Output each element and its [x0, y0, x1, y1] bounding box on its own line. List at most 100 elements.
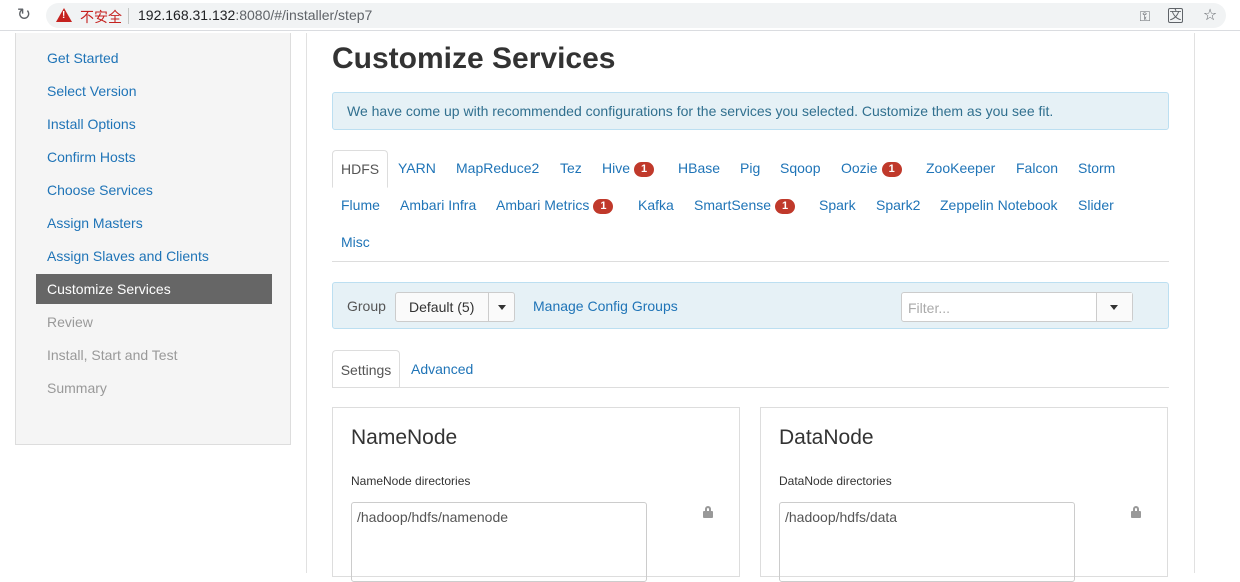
tab-slider[interactable]: Slider: [1078, 187, 1114, 224]
tab-hbase[interactable]: HBase: [678, 150, 720, 187]
tab-settings[interactable]: Settings: [332, 350, 400, 388]
sidebar-item-customize-services[interactable]: Customize Services: [36, 274, 272, 304]
info-alert: We have come up with recommended configu…: [332, 92, 1169, 130]
tab-hive[interactable]: Hive 1: [602, 150, 655, 187]
tab-kafka[interactable]: Kafka: [638, 187, 674, 224]
tab-storm[interactable]: Storm: [1078, 150, 1115, 187]
lock-icon: [703, 506, 713, 518]
tab-label: Storm: [1078, 160, 1116, 176]
sidebar-item-assign-slaves-and-clients[interactable]: Assign Slaves and Clients: [36, 241, 272, 271]
tab-label: Ambari Metrics: [496, 197, 590, 213]
tab-label: Falcon: [1016, 160, 1059, 176]
sidebar-item-install-start-and-test: Install, Start and Test: [47, 347, 178, 363]
tab-pig[interactable]: Pig: [740, 150, 760, 187]
reload-icon[interactable]: ↻: [14, 5, 34, 25]
sidebar-item-install-options[interactable]: Install Options: [36, 109, 272, 139]
tab-yarn[interactable]: YARN: [398, 150, 436, 187]
service-tabs-row-1: HDFS YARN MapReduce2 Tez Hive 1 HBase Pig Sqoop O…: [332, 150, 1169, 188]
sidebar-item-summary: Summary: [47, 380, 107, 396]
tab-falcon[interactable]: Falcon: [1016, 150, 1058, 187]
tab-smartsense[interactable]: SmartSense 1: [694, 187, 796, 224]
star-icon[interactable]: ☆: [1201, 7, 1219, 25]
sidebar-item-review: Review: [47, 314, 93, 330]
group-select[interactable]: Default (5): [395, 292, 515, 322]
tab-label: MapReduce2: [456, 160, 540, 176]
tab-label: Hive: [602, 160, 631, 176]
tab-label: Pig: [740, 160, 761, 176]
tab-label: Oozie: [841, 160, 878, 176]
tab-label: Ambari Infra: [400, 197, 477, 213]
wizard-sidebar: Get Started Select Version Install Options…: [15, 33, 291, 445]
datanode-title: DataNode: [779, 426, 874, 449]
service-tabs-row-3: Misc: [332, 224, 1169, 261]
namenode-panel: NameNode NameNode directories /hadoop/hd…: [332, 407, 740, 582]
url-text[interactable]: 192.168.31.132:8080/#/installer/step7: [138, 7, 372, 23]
key-icon[interactable]: ⚿: [1136, 7, 1154, 25]
tab-tez[interactable]: Tez: [560, 150, 582, 187]
datanode-dirs-label: DataNode directories: [779, 474, 892, 488]
tab-label: Slider: [1078, 197, 1114, 213]
sidebar-item-get-started[interactable]: Get Started: [36, 43, 272, 73]
tab-label: ZooKeeper: [926, 160, 996, 176]
alert-count-badge: 1: [634, 162, 655, 177]
filter-input[interactable]: Filter...: [901, 292, 1133, 322]
tab-spark[interactable]: Spark: [819, 187, 856, 224]
filter-placeholder: Filter...: [908, 300, 951, 316]
tab-advanced[interactable]: Advanced: [411, 350, 473, 388]
tab-ambari-metrics[interactable]: Ambari Metrics 1: [496, 187, 614, 224]
select-divider: [488, 293, 489, 321]
tab-label: Sqoop: [780, 160, 821, 176]
sub-tabs-divider: [332, 387, 1169, 388]
tab-label: Spark: [819, 197, 856, 213]
group-select-value: Default (5): [409, 299, 475, 315]
tab-label: Spark2: [876, 197, 921, 213]
tab-label: Misc: [341, 234, 370, 250]
tab-label: HBase: [678, 160, 721, 176]
sidebar-item-assign-masters[interactable]: Assign Masters: [36, 208, 272, 238]
alert-count-badge: 1: [593, 199, 614, 214]
security-label[interactable]: 不安全: [80, 7, 122, 27]
url-host: 192.168.31.132: [138, 7, 236, 23]
caret-down-icon[interactable]: [1110, 305, 1118, 310]
alert-count-badge: 1: [881, 162, 902, 177]
tab-spark2[interactable]: Spark2: [876, 187, 920, 224]
tab-misc[interactable]: Misc: [341, 224, 370, 261]
tab-label: Tez: [560, 160, 582, 176]
tab-label: SmartSense: [694, 197, 772, 213]
config-group-bar: Group Default (5) Manage Config Groups F…: [332, 282, 1169, 329]
filter-divider: [1096, 293, 1097, 321]
namenode-title: NameNode: [351, 426, 458, 449]
tab-oozie[interactable]: Oozie 1: [841, 150, 902, 187]
translate-icon[interactable]: 文: [1168, 8, 1183, 23]
url-separator: [128, 8, 129, 24]
tab-flume[interactable]: Flume: [341, 187, 380, 224]
tab-hdfs[interactable]: HDFS: [332, 150, 389, 188]
tabs-divider: [332, 261, 1169, 262]
warning-icon[interactable]: [56, 8, 72, 22]
tab-label: Zeppelin Notebook: [940, 197, 1058, 213]
tab-mapreduce2[interactable]: MapReduce2: [456, 150, 539, 187]
tab-label: Flume: [341, 197, 380, 213]
caret-down-icon[interactable]: [498, 305, 506, 310]
manage-config-groups-link[interactable]: Manage Config Groups: [533, 298, 678, 314]
sidebar-item-choose-services[interactable]: Choose Services: [36, 175, 272, 205]
group-label: Group: [347, 298, 386, 314]
lock-icon: [1131, 506, 1141, 518]
tab-zookeeper[interactable]: ZooKeeper: [926, 150, 995, 187]
datanode-panel: DataNode DataNode directories /hadoop/hd…: [760, 407, 1168, 582]
tab-label: YARN: [398, 160, 436, 176]
page-title: Customize Services: [332, 42, 616, 75]
tab-label: HDFS: [341, 161, 380, 177]
alert-count-badge: 1: [775, 199, 796, 214]
sidebar-item-confirm-hosts[interactable]: Confirm Hosts: [36, 142, 272, 172]
namenode-dirs-field[interactable]: /hadoop/hdfs/namenode: [351, 502, 647, 582]
address-bar[interactable]: 不安全 192.168.31.132:8080/#/installer/step…: [46, 3, 1226, 28]
datanode-dirs-field[interactable]: /hadoop/hdfs/data: [779, 502, 1075, 582]
service-tabs-row-2: Flume Ambari Infra Ambari Metrics 1 Kafka Sma…: [332, 187, 1169, 224]
tab-sqoop[interactable]: Sqoop: [780, 150, 820, 187]
namenode-dirs-label: NameNode directories: [351, 474, 471, 488]
sidebar-item-select-version[interactable]: Select Version: [36, 76, 272, 106]
tab-zeppelin-notebook[interactable]: Zeppelin Notebook: [940, 187, 1058, 224]
tab-ambari-infra[interactable]: Ambari Infra: [400, 187, 476, 224]
browser-toolbar: ↻ 不安全 192.168.31.132:8080/#/installer/st…: [0, 0, 1240, 31]
